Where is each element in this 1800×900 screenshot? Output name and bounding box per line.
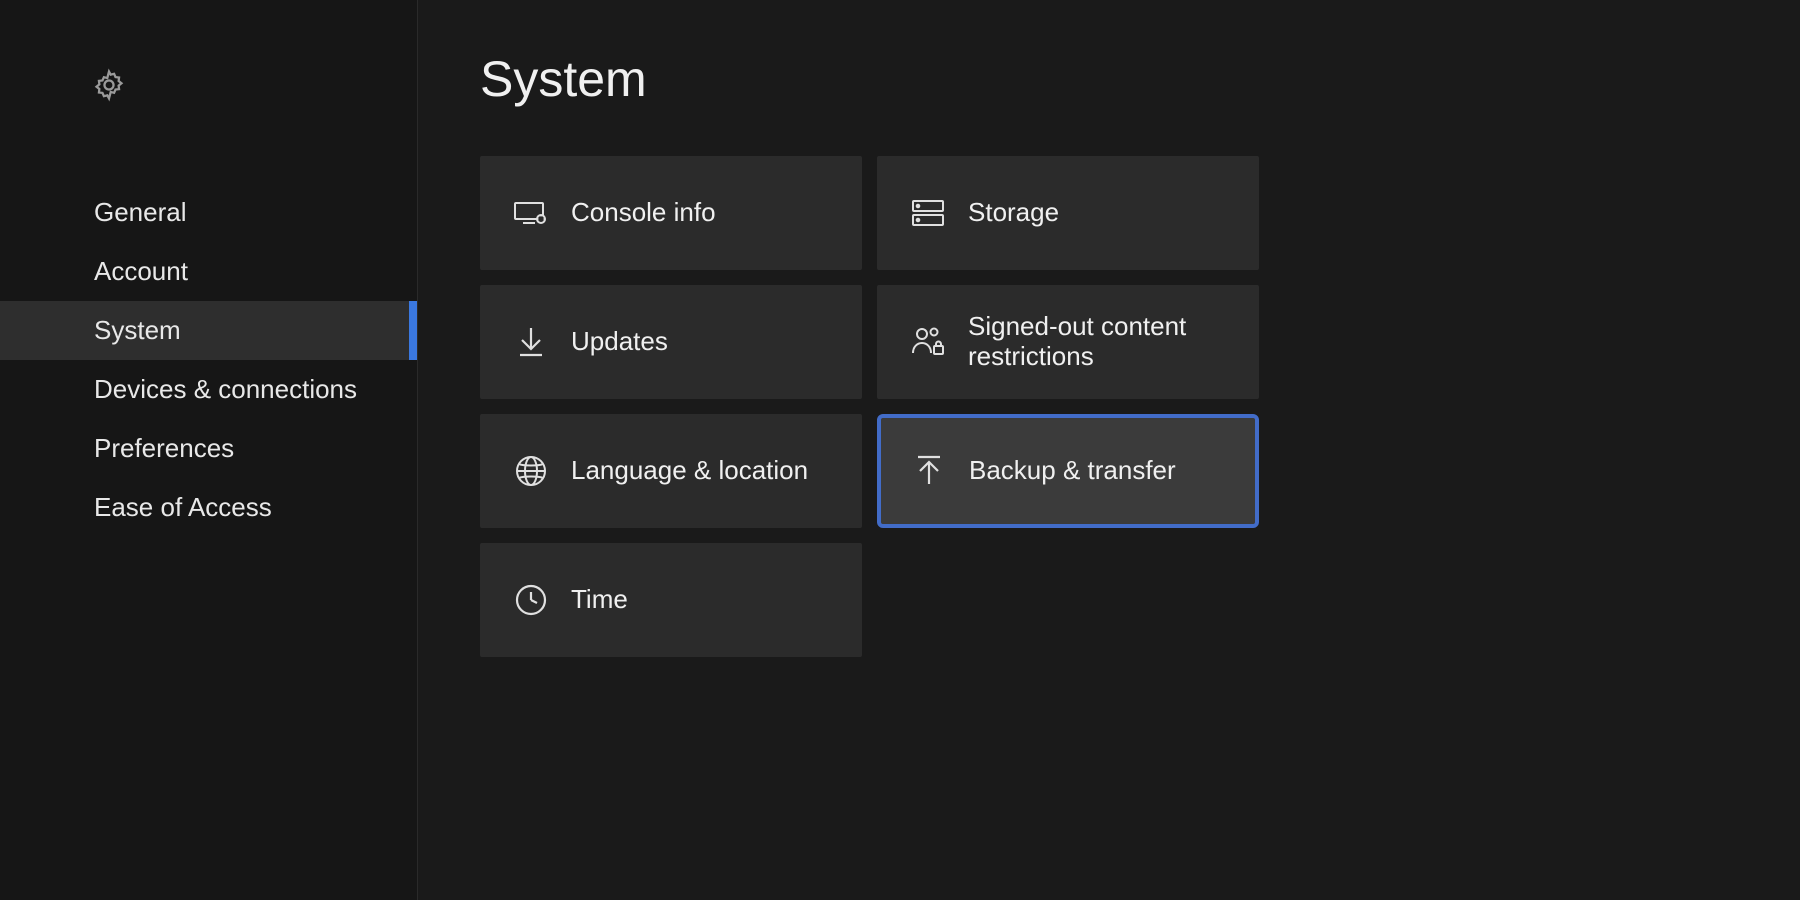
tile-content-restrictions[interactable]: Signed-out content restrictions [877, 285, 1259, 399]
tile-time[interactable]: Time [480, 543, 862, 657]
sidebar-item-label: Ease of Access [94, 492, 272, 523]
sidebar-item-label: System [94, 315, 181, 346]
storage-icon [908, 193, 948, 233]
tile-label: Time [571, 585, 648, 615]
sidebar-item-label: Devices & connections [94, 374, 357, 405]
sidebar-item-preferences[interactable]: Preferences [0, 419, 417, 478]
tile-label: Console info [571, 198, 736, 228]
sidebar-item-label: Account [94, 256, 188, 287]
console-info-icon [511, 193, 551, 233]
sidebar-item-account[interactable]: Account [0, 242, 417, 301]
tile-label: Storage [968, 198, 1079, 228]
tile-grid: Console info Storage Upda [480, 156, 1800, 657]
tile-label: Backup & transfer [969, 456, 1196, 486]
language-location-icon [511, 451, 551, 491]
tile-console-info[interactable]: Console info [480, 156, 862, 270]
sidebar-item-label: General [94, 197, 187, 228]
sidebar: General Account System Devices & connect… [0, 0, 418, 900]
backup-transfer-icon [909, 451, 949, 491]
main-content: System Console info [418, 0, 1800, 900]
sidebar-item-system[interactable]: System [0, 301, 417, 360]
sidebar-nav: General Account System Devices & connect… [0, 183, 417, 537]
tile-storage[interactable]: Storage [877, 156, 1259, 270]
sidebar-item-ease-of-access[interactable]: Ease of Access [0, 478, 417, 537]
updates-icon [511, 322, 551, 362]
sidebar-item-general[interactable]: General [0, 183, 417, 242]
tile-label: Updates [571, 327, 688, 357]
content-restrictions-icon [908, 322, 948, 362]
page-title: System [480, 50, 1800, 108]
time-icon [511, 580, 551, 620]
tile-label: Signed-out content restrictions [968, 312, 1256, 372]
tile-language-location[interactable]: Language & location [480, 414, 862, 528]
tile-backup-transfer[interactable]: Backup & transfer [877, 414, 1259, 528]
gear-icon [92, 68, 126, 107]
tile-updates[interactable]: Updates [480, 285, 862, 399]
tile-label: Language & location [571, 456, 828, 486]
sidebar-item-label: Preferences [94, 433, 234, 464]
sidebar-item-devices-connections[interactable]: Devices & connections [0, 360, 417, 419]
